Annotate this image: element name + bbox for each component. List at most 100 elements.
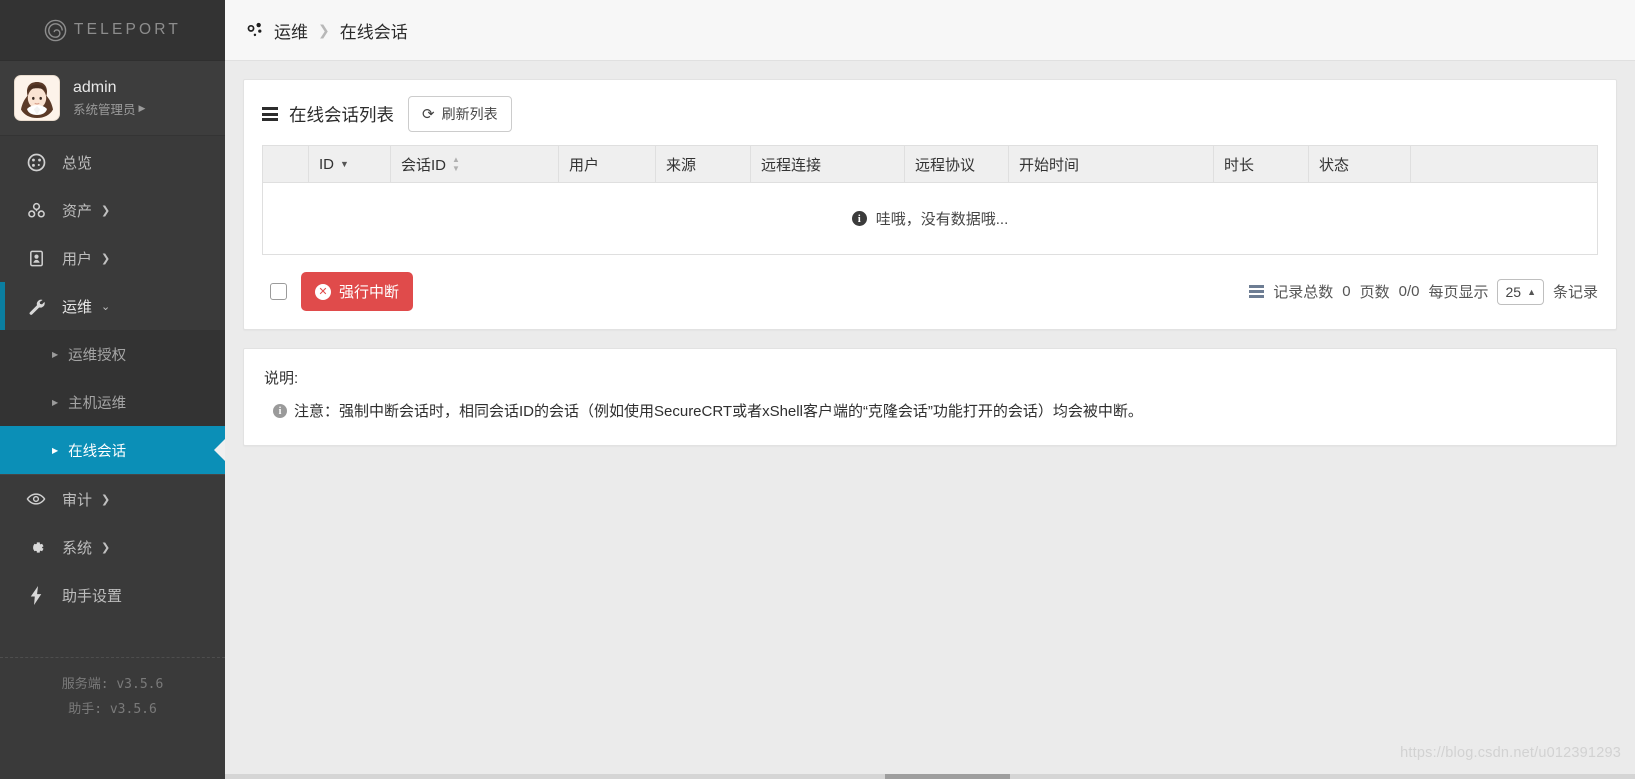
per-page-select[interactable]: 25 ▲	[1497, 278, 1544, 305]
dashboard-icon	[26, 153, 46, 172]
card-header: 在线会话列表 ⟳ 刷新列表	[262, 96, 1598, 132]
sidebar-item-ops-auth-label: 运维授权	[68, 347, 127, 364]
server-version: 服务端: v3.5.6	[61, 676, 164, 692]
list-icon	[262, 107, 278, 121]
col-start-time[interactable]: 开始时间	[1008, 145, 1214, 183]
refresh-list-label: 刷新列表	[441, 106, 498, 122]
col-actions	[1410, 145, 1598, 183]
empty-state: i 哇哦，没有数据哦...	[262, 182, 1598, 255]
sidebar-item-overview[interactable]: 总览	[0, 138, 225, 186]
sidebar-footer: 服务端: v3.5.6 助手: v3.5.6	[0, 656, 225, 742]
pagination: 记录总数 0 页数 0/0 每页显示 25 ▲ 条记录	[1249, 278, 1598, 305]
col-id[interactable]: ID ▼	[308, 145, 391, 183]
sidebar-item-audit-label: 审计 ❯	[62, 489, 110, 510]
sidebar-item-ops-auth[interactable]: ▶ 运维授权	[0, 330, 225, 378]
wrench-icon	[26, 297, 46, 316]
pages-label: 页数	[1359, 284, 1390, 301]
page-title-text: 在线会话列表	[289, 104, 394, 125]
app-root: TELEPORT admin 系统管理员 ▶ 总览 资产 ❯ 用户 ❯ 运维 ⌄…	[0, 0, 1635, 779]
brand-header[interactable]: TELEPORT	[0, 0, 225, 61]
sidebar-item-ops[interactable]: 运维 ⌄	[0, 282, 225, 330]
label-text: 助手设置	[62, 587, 123, 605]
col-select[interactable]	[262, 145, 309, 183]
col-source-label: 来源	[666, 156, 697, 174]
col-duration[interactable]: 时长	[1213, 145, 1309, 183]
label-text: 总览	[62, 154, 93, 172]
sidebar-item-audit[interactable]: 审计 ❯	[0, 475, 225, 523]
records-suffix: 条记录	[1552, 284, 1598, 301]
select-all-checkbox[interactable]	[270, 283, 287, 300]
content: 在线会话列表 ⟳ 刷新列表 ID ▼ 会话ID ▲ ▼ 用户 来源 远程连接 远…	[225, 61, 1635, 779]
chevron-right-icon: ▶	[138, 102, 146, 113]
col-session-id[interactable]: 会话ID ▲ ▼	[390, 145, 559, 183]
note-text: 注意：强制中断会话时，相同会话ID的会话（例如使用SecureCRT或者xShe…	[294, 403, 1143, 420]
col-protocol[interactable]: 远程协议	[904, 145, 1009, 183]
force-disconnect-button[interactable]: ✕ 强行中断	[301, 272, 414, 311]
gears-icon	[243, 20, 264, 41]
sidebar-item-users[interactable]: 用户 ❯	[0, 234, 225, 282]
col-status-label: 状态	[1319, 156, 1350, 174]
col-id-label: ID	[319, 155, 334, 173]
note-title: 说明:	[264, 370, 299, 387]
bolt-icon	[26, 585, 46, 605]
sidebar-item-assistant-settings[interactable]: 助手设置	[0, 571, 225, 619]
main-area: 运维 ❯ 在线会话 在线会话列表 ⟳ 刷新列表 ID ▼ 会话ID ▲ ▼ 用户…	[225, 0, 1635, 779]
sidebar-item-assets-label: 资产 ❯	[62, 200, 110, 221]
sidebar-tail	[0, 741, 225, 779]
scrollbar-thumb[interactable]	[885, 774, 1010, 779]
sidebar-item-ops-label: 运维 ⌄	[62, 296, 110, 317]
label-text: 运维	[62, 298, 93, 316]
sidebar-item-system-label: 系统 ❯	[62, 537, 110, 558]
sidebar-item-host-ops[interactable]: ▶ 主机运维	[0, 378, 225, 426]
sidebar: TELEPORT admin 系统管理员 ▶ 总览 资产 ❯ 用户 ❯ 运维 ⌄…	[0, 0, 225, 779]
breadcrumb-current: 在线会话	[339, 22, 408, 42]
col-remote-conn[interactable]: 远程连接	[750, 145, 905, 183]
user-box[interactable]: admin 系统管理员 ▶	[0, 61, 225, 136]
sidebar-item-system[interactable]: 系统 ❯	[0, 523, 225, 571]
refresh-list-button[interactable]: ⟳ 刷新列表	[408, 96, 512, 132]
table-footer-left: ✕ 强行中断	[262, 272, 414, 311]
refresh-icon: ⟳	[422, 106, 435, 123]
topbar: 运维 ❯ 在线会话	[225, 0, 1635, 61]
total-records-label: 记录总数	[1273, 284, 1334, 301]
table-footer: ✕ 强行中断 记录总数 0 页数 0/0 每页显示 25 ▲ 条记录	[262, 272, 1598, 311]
sidebar-item-assistant-settings-label: 助手设置	[62, 585, 122, 606]
brand-logo: TELEPORT	[44, 19, 181, 42]
users-icon	[26, 249, 46, 268]
sidebar-item-online-sessions[interactable]: ▶ 在线会话	[0, 426, 225, 474]
sidebar-item-online-sessions-label: 在线会话	[68, 443, 127, 460]
triangle-right-icon: ▶	[52, 445, 59, 455]
chevron-right-icon: ❯	[318, 21, 330, 38]
col-duration-label: 时长	[1224, 156, 1255, 174]
label-text: 审计	[62, 491, 93, 509]
col-user[interactable]: 用户	[558, 145, 656, 183]
total-records-value: 0	[1342, 283, 1351, 300]
sort-desc-icon: ▼	[340, 158, 349, 169]
assistant-version: 助手: v3.5.6	[68, 701, 157, 717]
sidebar-item-overview-label: 总览	[62, 152, 92, 173]
chevron-right-icon: ❯	[101, 204, 111, 217]
close-circle-icon: ✕	[315, 283, 331, 300]
sidebar-item-host-ops-label: 主机运维	[68, 395, 127, 412]
chevron-right-icon: ❯	[101, 252, 111, 265]
label-text: 资产	[62, 202, 93, 220]
gear-icon	[26, 538, 46, 557]
chevron-right-icon: ❯	[101, 493, 111, 506]
sessions-table: ID ▼ 会话ID ▲ ▼ 用户 来源 远程连接 远程协议 开始时间 时长 状态…	[262, 145, 1598, 255]
per-page-label: 每页显示	[1428, 284, 1489, 301]
info-icon: i	[851, 211, 867, 226]
user-name: admin	[73, 78, 117, 96]
breadcrumb-parent[interactable]: 运维	[274, 18, 308, 43]
horizontal-scrollbar[interactable]	[225, 774, 1635, 779]
note-card: 说明: i 注意：强制中断会话时，相同会话ID的会话（例如使用SecureCRT…	[243, 348, 1617, 446]
eye-icon	[26, 489, 46, 509]
session-list-card: 在线会话列表 ⟳ 刷新列表 ID ▼ 会话ID ▲ ▼ 用户 来源 远程连接 远…	[243, 79, 1617, 330]
assets-icon	[26, 201, 46, 220]
triangle-right-icon: ▶	[52, 349, 59, 359]
col-status[interactable]: 状态	[1308, 145, 1411, 183]
sidebar-item-assets[interactable]: 资产 ❯	[0, 186, 225, 234]
col-user-label: 用户	[569, 156, 600, 174]
col-source[interactable]: 来源	[655, 145, 751, 183]
sidebar-submenu-ops: ▶ 运维授权 ▶ 主机运维 ▶ 在线会话	[0, 330, 225, 474]
per-page-value: 25	[1505, 283, 1522, 300]
